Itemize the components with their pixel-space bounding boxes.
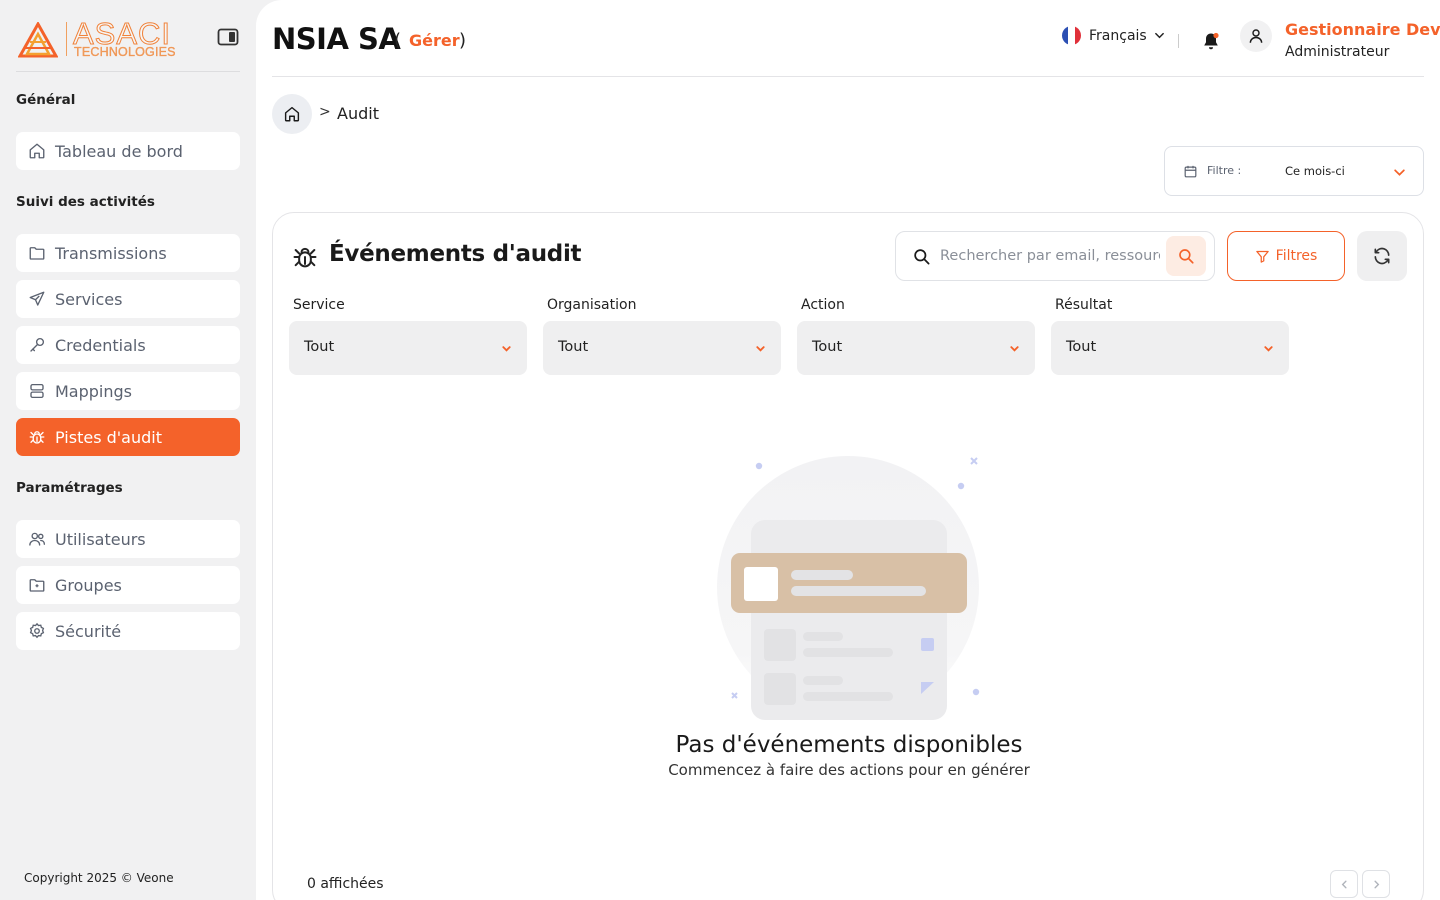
- sidebar-item-label: Groupes: [55, 575, 122, 595]
- calendar-icon: [1184, 165, 1197, 178]
- search-icon: [1179, 249, 1194, 264]
- home-icon: [284, 106, 300, 122]
- sidebar-item-users[interactable]: Utilisateurs: [16, 520, 240, 558]
- filter-value: Tout: [812, 339, 843, 355]
- filter-label-action: Action: [801, 297, 845, 313]
- filter-value: Tout: [1066, 339, 1097, 355]
- copyright-text: Copyright 2025 © Veone: [24, 871, 174, 885]
- paren-close: ): [459, 30, 467, 51]
- card-title: Événements d'audit: [329, 241, 582, 267]
- sidebar: ASACI TECHNOLOGIES Général Tableau de bo…: [0, 0, 256, 900]
- sidebar-item-label: Transmissions: [55, 243, 167, 263]
- empty-state-subtitle: Commencez à faire des actions pour en gé…: [668, 761, 1030, 779]
- period-filter-value: Ce mois-ci: [1285, 164, 1345, 178]
- asaci-logo-icon: [18, 22, 58, 58]
- search-button[interactable]: [1166, 236, 1206, 276]
- sidebar-item-services[interactable]: Services: [16, 280, 240, 318]
- manage-link[interactable]: Gérer: [409, 31, 460, 50]
- sidebar-item-label: Utilisateurs: [55, 529, 146, 549]
- chevron-right-icon: [1373, 880, 1379, 888]
- sidebar-item-label: Tableau de bord: [55, 141, 183, 161]
- filter-value: Tout: [304, 339, 335, 355]
- funnel-icon: [1255, 250, 1269, 263]
- home-icon: [28, 142, 46, 160]
- chevron-down-icon: [502, 346, 511, 352]
- filters-label: Filtres: [1275, 248, 1318, 264]
- chevron-down-icon: [1010, 346, 1019, 352]
- language-selector[interactable]: Français: [1062, 26, 1165, 45]
- user-avatar[interactable]: [1240, 20, 1272, 52]
- folder-group-icon: [28, 576, 46, 594]
- filter-select-action[interactable]: Tout: [797, 321, 1035, 375]
- pagination-next-button[interactable]: [1362, 870, 1390, 898]
- filter-label-result: Résultat: [1055, 297, 1113, 313]
- users-icon: [28, 530, 46, 548]
- sidebar-item-label: Mappings: [55, 381, 132, 401]
- section-general: Général: [16, 92, 76, 108]
- filter-select-organisation[interactable]: Tout: [543, 321, 781, 375]
- filter-select-service[interactable]: Tout: [289, 321, 527, 375]
- breadcrumb-separator: >: [319, 104, 331, 120]
- sidebar-item-mappings[interactable]: Mappings: [16, 372, 240, 410]
- sidebar-item-audit[interactable]: Pistes d'audit: [16, 418, 240, 456]
- empty-state-title: Pas d'événements disponibles: [675, 732, 1023, 758]
- period-filter-label: Filtre :: [1207, 164, 1242, 177]
- sidebar-item-security[interactable]: Sécurité: [16, 612, 240, 650]
- chevron-down-icon: [1264, 346, 1273, 352]
- organization-name: NSIA SA: [272, 22, 401, 56]
- france-flag-icon: [1062, 26, 1081, 45]
- chevron-down-icon: [756, 346, 765, 352]
- audit-events-card: Événements d'audit Filtres Service Tout …: [272, 212, 1424, 900]
- bug-icon: [28, 428, 46, 446]
- chevron-down-icon: [1154, 32, 1164, 39]
- key-icon: [28, 336, 46, 354]
- language-label: Français: [1089, 27, 1147, 44]
- sidebar-item-groups[interactable]: Groupes: [16, 566, 240, 604]
- gear-icon: [28, 622, 46, 640]
- pagination-prev-button[interactable]: [1330, 870, 1358, 898]
- filter-label-organisation: Organisation: [547, 297, 637, 313]
- sidebar-item-label: Credentials: [55, 335, 146, 355]
- user-role: Administrateur: [1285, 44, 1390, 60]
- search-icon: [914, 249, 930, 265]
- breadcrumb-home-button[interactable]: [272, 94, 312, 134]
- sidebar-item-credentials[interactable]: Credentials: [16, 326, 240, 364]
- breadcrumb-current: Audit: [337, 104, 379, 123]
- send-icon: [28, 290, 46, 308]
- search-box: [895, 231, 1215, 281]
- filter-select-result[interactable]: Tout: [1051, 321, 1289, 375]
- logo-area: ASACI TECHNOLOGIES: [16, 14, 240, 72]
- user-icon: [1249, 29, 1263, 43]
- top-header: NSIA SA ( Gérer ) Français Gestionnaire …: [272, 0, 1440, 77]
- sidebar-toggle-icon[interactable]: [217, 28, 239, 46]
- chevron-down-icon: [1394, 169, 1405, 176]
- filter-label-service: Service: [293, 297, 345, 313]
- empty-state-illustration: [717, 456, 980, 720]
- brand-subtitle: TECHNOLOGIES: [74, 45, 176, 59]
- sidebar-item-transmissions[interactable]: Transmissions: [16, 234, 240, 272]
- bug-icon: [293, 247, 317, 268]
- period-filter-select[interactable]: Filtre : Ce mois-ci: [1164, 146, 1424, 196]
- chevron-left-icon: [1341, 880, 1347, 888]
- section-settings: Paramétrages: [16, 480, 123, 496]
- notification-bell-icon[interactable]: [1201, 31, 1221, 51]
- user-name[interactable]: Gestionnaire Dev: [1285, 20, 1440, 39]
- main-content: NSIA SA ( Gérer ) Français Gestionnaire …: [256, 0, 1440, 900]
- logo-separator: [66, 22, 67, 56]
- header-divider: [1178, 34, 1179, 48]
- results-count: 0 affichées: [307, 876, 384, 892]
- filter-value: Tout: [558, 339, 589, 355]
- section-activity: Suivi des activités: [16, 194, 155, 210]
- database-icon: [28, 382, 46, 400]
- sidebar-item-label: Sécurité: [55, 621, 122, 641]
- sidebar-item-label: Services: [55, 289, 123, 309]
- sidebar-item-label: Pistes d'audit: [55, 427, 162, 447]
- filters-button[interactable]: Filtres: [1227, 231, 1345, 281]
- paren-open: (: [394, 30, 402, 51]
- search-input[interactable]: [940, 245, 1160, 267]
- refresh-icon: [1374, 247, 1390, 265]
- folder-icon: [28, 244, 46, 262]
- refresh-button[interactable]: [1357, 231, 1407, 281]
- sidebar-item-dashboard[interactable]: Tableau de bord: [16, 132, 240, 170]
